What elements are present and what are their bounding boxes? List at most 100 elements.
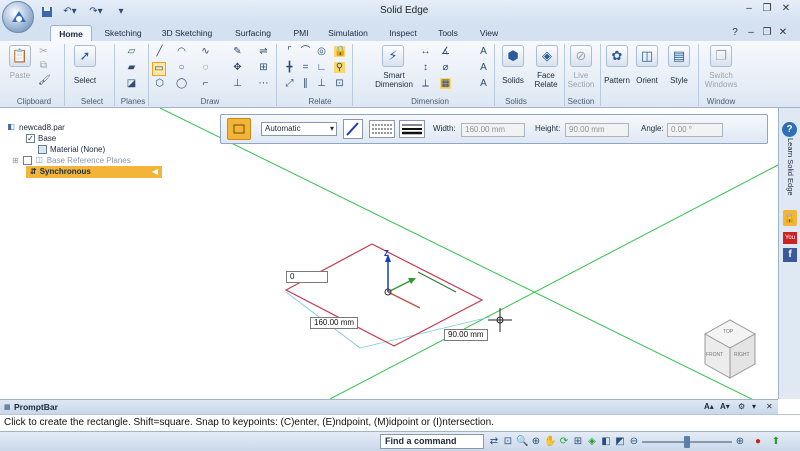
smart-dimension-button-line1[interactable]: Smart [370, 71, 418, 80]
pattern-button[interactable]: Pattern [600, 76, 634, 85]
close-button[interactable]: ✕ [779, 3, 793, 15]
mode-select[interactable]: Automatic ▾ [261, 122, 337, 136]
angle-between-icon[interactable]: ∡ [440, 46, 451, 57]
zoom-area-icon[interactable]: ⊡ [502, 436, 514, 448]
undo-icon[interactable]: ↶▾ [60, 4, 80, 19]
switch-windows-button-line1[interactable]: Switch [700, 71, 742, 80]
text-a2-icon[interactable]: A [478, 62, 489, 73]
tab-sketching[interactable]: Sketching [98, 25, 148, 41]
tab-pmi[interactable]: PMI [288, 25, 314, 41]
minimize-button[interactable]: – [742, 3, 756, 15]
parallel-icon[interactable]: ∥ [300, 78, 311, 89]
cut-icon[interactable]: ✂ [38, 46, 49, 57]
smart-dimension-button-line2[interactable]: Dimension [370, 80, 418, 89]
line-type-icon[interactable] [369, 120, 395, 138]
ribbon-restore-button[interactable]: ❐ [760, 27, 774, 39]
tab-view[interactable]: View [474, 25, 504, 41]
polygon-icon[interactable]: ⬡ [154, 78, 165, 89]
relationship-handles-icon[interactable]: ⚲ [334, 62, 345, 73]
tab-inspect[interactable]: Inspect [384, 25, 422, 41]
construction-icon[interactable]: ⋯ [258, 78, 269, 89]
width-field[interactable]: 160.00 mm [461, 123, 525, 137]
solids-icon[interactable]: ⬢ [502, 45, 524, 67]
face-relate-button-line2[interactable]: Relate [528, 80, 564, 89]
line-icon[interactable]: ╱ [154, 46, 165, 57]
save-icon[interactable] [40, 4, 54, 19]
face-relate-button-line1[interactable]: Face [528, 71, 564, 80]
arc-icon[interactable]: ◠ [176, 46, 187, 57]
coordinate-dimension-icon[interactable]: ↕ [420, 62, 431, 73]
symmetric-icon[interactable]: ⊥ [316, 78, 327, 89]
line-color-icon[interactable] [343, 119, 363, 139]
options-icon[interactable]: ⚙ [738, 402, 745, 411]
fillet-icon[interactable]: ✎ [232, 46, 243, 57]
dimension-input-field[interactable]: 0 [286, 271, 328, 283]
upload-icon[interactable]: ⬆ [770, 436, 782, 448]
expand-icon[interactable]: ⊞ [12, 156, 19, 165]
text-a3-icon[interactable]: A [478, 78, 489, 89]
pan-icon[interactable]: ✋ [544, 436, 556, 448]
customize-qat-icon[interactable]: ▾ [116, 4, 126, 19]
tab-tools[interactable]: Tools [432, 25, 464, 41]
fit-icon[interactable]: ⇄ [488, 436, 500, 448]
style-button[interactable]: Style [662, 76, 696, 85]
ribbon-minimize-button[interactable]: – [744, 27, 758, 39]
offset-icon[interactable]: ◌ [200, 62, 211, 73]
mirror-icon[interactable]: ⇌ [258, 46, 269, 57]
chamfer-dimension-icon[interactable]: ⟂ [420, 78, 431, 89]
shading-icon[interactable]: ◧ [600, 436, 612, 448]
zoom-out-icon[interactable]: ⊖ [628, 436, 640, 448]
rectangle-step-icon[interactable] [227, 118, 251, 140]
plane-icon[interactable]: ▱ [126, 46, 137, 57]
pattern-icon[interactable]: ✿ [606, 45, 628, 67]
curve-icon[interactable]: ∿ [200, 46, 211, 57]
paste-button[interactable]: Paste [6, 71, 34, 80]
render-icon[interactable]: ◩ [614, 436, 626, 448]
rectangle-icon[interactable]: ▭ [152, 62, 166, 76]
view-orient-icon[interactable]: ⊞ [572, 436, 584, 448]
rotate-icon[interactable]: ⟳ [558, 436, 570, 448]
rigid-icon[interactable]: ⊡ [334, 78, 345, 89]
help-icon[interactable]: ? [728, 27, 742, 39]
tangent-icon[interactable]: ⌒ [300, 46, 311, 57]
angle-field[interactable]: 0.00 ° [667, 123, 723, 137]
select-button[interactable]: Select [70, 76, 100, 85]
select-arrow-icon[interactable]: ➚ [74, 45, 96, 67]
smart-dimension-icon[interactable]: ⚡ [382, 45, 404, 67]
redo-icon[interactable]: ↷▾ [86, 4, 106, 19]
height-dimension-label[interactable]: 90.00 mm [444, 329, 488, 341]
live-section-icon[interactable]: ⊘ [570, 45, 592, 67]
lock-icon[interactable]: 🔒 [783, 210, 797, 226]
symmetric-diameter-icon[interactable]: ⌀ [440, 62, 451, 73]
ellipse-icon[interactable]: ◯ [176, 78, 187, 89]
switch-windows-button-line2[interactable]: Windows [700, 80, 742, 89]
live-section-button-line1[interactable]: Live [564, 71, 598, 80]
connect-icon[interactable]: ⌜ [284, 46, 295, 57]
tree-item-material[interactable]: Material (None) [38, 144, 105, 155]
line-width-icon[interactable] [399, 120, 425, 138]
maximize-button[interactable]: ❐ [760, 3, 774, 15]
tab-surfacing[interactable]: Surfacing [228, 25, 278, 41]
width-dimension-label[interactable]: 160.00 mm [310, 317, 358, 329]
zoom-in-icon[interactable]: ⊕ [734, 436, 746, 448]
tree-root[interactable]: ◧ newcad8.par [6, 122, 65, 133]
perpendicular-icon[interactable]: ∟ [316, 62, 327, 73]
tree-item-base[interactable]: ✓ Base [26, 133, 56, 144]
font-decrease-icon[interactable]: A▾ [720, 402, 730, 411]
application-button[interactable] [2, 1, 34, 33]
youtube-icon[interactable]: You [783, 232, 797, 244]
project-icon[interactable]: ⊞ [258, 62, 269, 73]
zoom-icon[interactable]: 🔍 [516, 436, 528, 448]
orient-icon[interactable]: ◫ [636, 45, 658, 67]
tree-item-synchronous[interactable]: ⇵ Synchronous ◀ [26, 166, 162, 178]
text-a-icon[interactable]: A [478, 46, 489, 57]
collapse-arrow-icon[interactable]: ◀ [152, 166, 158, 177]
height-field[interactable]: 90.00 mm [565, 123, 629, 137]
tab-home[interactable]: Home [50, 25, 92, 41]
pin-icon[interactable]: ▾ [752, 402, 756, 411]
learn-solid-edge-tab[interactable]: Learn Solid Edge [783, 138, 795, 198]
extend-icon[interactable]: ⊥ [232, 78, 243, 89]
distance-between-icon[interactable]: ↔ [420, 46, 431, 57]
find-command-input[interactable]: Find a command [380, 434, 484, 449]
ribbon-close-button[interactable]: ✕ [776, 27, 790, 39]
